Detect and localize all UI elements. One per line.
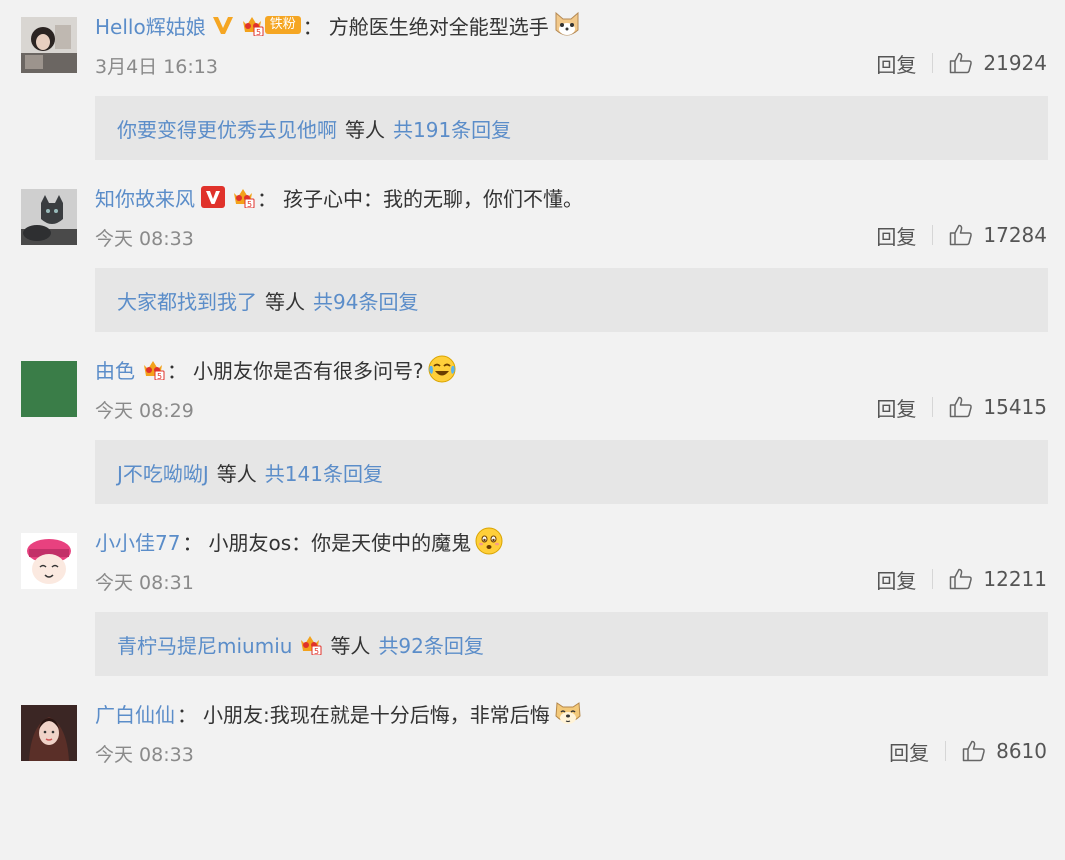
divider (945, 741, 947, 761)
reply-total-link[interactable]: 共191条回复 (393, 114, 511, 143)
crown-level-icon: 5 (141, 358, 165, 380)
like-button[interactable]: 21924 (949, 51, 1047, 75)
comment-actions: 回复 8610 (889, 736, 1047, 766)
comment-item: 知你故来风 5 ： 孩子心中：我的无聊，你们不懂。 今天 08:33 回复 17… (0, 172, 1065, 344)
divider (932, 53, 934, 73)
reply-button[interactable]: 回复 (876, 49, 916, 78)
reply-preview: J不吃呦呦J 等人 共141条回复 (95, 440, 1048, 504)
reply-suffix: 等人 (330, 633, 371, 658)
timestamp: 3月4日 16:13 (95, 56, 218, 78)
like-count: 12211 (983, 567, 1047, 591)
comment-feed: Hello辉姑娘 5 铁粉 ： 方舱医生绝对全能型选手 3月4日 16:13 回… (0, 0, 1065, 775)
reply-preview: 大家都找到我了 等人 共94条回复 (95, 268, 1048, 332)
reply-button[interactable]: 回复 (876, 565, 916, 594)
reply-total-link[interactable]: 共92条回复 (378, 630, 483, 659)
comment-text: 孩子心中：我的无聊，你们不懂。 (283, 186, 583, 211)
laugh-cry-emoji (427, 354, 457, 384)
comment-header: 广白仙仙 ： 小朋友:我现在就是十分后悔，非常后悔 (95, 696, 583, 730)
colon: ： (182, 530, 203, 555)
like-count: 8610 (996, 739, 1047, 763)
comment-actions: 回复 21924 (876, 48, 1047, 78)
comment-text: 方舱医生绝对全能型选手 (328, 14, 549, 39)
avatar[interactable] (21, 533, 77, 589)
fan-badge: 铁粉 (264, 16, 301, 34)
like-button[interactable]: 12211 (949, 567, 1047, 591)
thumbs-up-icon (950, 568, 973, 590)
comment-item: Hello辉姑娘 5 铁粉 ： 方舱医生绝对全能型选手 3月4日 16:13 回… (0, 0, 1065, 172)
comment-text: 小朋友:我现在就是十分后悔，非常后悔 (203, 702, 550, 727)
avatar[interactable] (21, 189, 77, 245)
like-button[interactable]: 17284 (949, 223, 1047, 247)
comment-header: 由色 5 ： 小朋友你是否有很多问号? (95, 352, 457, 386)
thumbs-up-icon (950, 224, 973, 246)
comment-header: Hello辉姑娘 5 铁粉 ： 方舱医生绝对全能型选手 (95, 8, 582, 42)
username-link[interactable]: 广白仙仙 (95, 699, 175, 728)
reply-total-link[interactable]: 共141条回复 (265, 458, 383, 487)
worried-face-emoji (474, 526, 504, 556)
colon: ： (257, 186, 277, 211)
reply-button[interactable]: 回复 (876, 393, 916, 422)
like-button[interactable]: 15415 (949, 395, 1047, 419)
like-button[interactable]: 8610 (962, 739, 1047, 763)
divider (932, 397, 934, 417)
crown-level-icon: 5 (231, 186, 255, 208)
username-link[interactable]: 由色 (95, 355, 135, 384)
reply-users-link[interactable]: 大家都找到我了 (117, 286, 257, 315)
divider (932, 225, 934, 245)
svg-text:5: 5 (157, 372, 162, 380)
cat-face-emoji (552, 10, 582, 40)
thumbs-up-icon (962, 740, 985, 762)
reply-button[interactable]: 回复 (876, 221, 916, 250)
colon: ： (167, 358, 187, 383)
timestamp: 今天 08:31 (95, 572, 194, 594)
svg-text:5: 5 (314, 647, 319, 655)
comment-item: 小小佳77 ： 小朋友os：你是天使中的魔鬼 今天 08:31 回复 12211… (0, 516, 1065, 688)
reply-preview: 你要变得更优秀去见他啊 等人 共191条回复 (95, 96, 1048, 160)
comment-actions: 回复 15415 (876, 392, 1047, 422)
colon: ： (177, 702, 197, 727)
svg-text:5: 5 (256, 28, 261, 36)
thumbs-up-icon (950, 52, 973, 74)
reply-suffix: 等人 (265, 289, 305, 314)
svg-text:5: 5 (247, 200, 252, 208)
comment-actions: 回复 12211 (876, 564, 1047, 594)
comment-item: 广白仙仙 ： 小朋友:我现在就是十分后悔，非常后悔 今天 08:33 回复 86… (0, 688, 1065, 860)
comment-actions: 回复 17284 (876, 220, 1047, 250)
username-link[interactable]: 知你故来风 (95, 183, 195, 212)
username-link[interactable]: Hello辉姑娘 (95, 11, 206, 40)
reply-button[interactable]: 回复 (889, 737, 929, 766)
comment-header: 小小佳77 ： 小朋友os：你是天使中的魔鬼 (95, 524, 504, 558)
red-v-icon (201, 186, 225, 208)
like-count: 17284 (983, 223, 1047, 247)
avatar[interactable] (21, 361, 77, 417)
reply-suffix: 等人 (216, 461, 257, 486)
timestamp: 今天 08:29 (95, 400, 194, 422)
divider (932, 569, 934, 589)
reply-total-link[interactable]: 共94条回复 (313, 286, 418, 315)
avatar[interactable] (21, 17, 77, 73)
like-count: 15415 (983, 395, 1047, 419)
comment-text: 小朋友你是否有很多问号? (193, 358, 424, 383)
username-link[interactable]: 小小佳77 (95, 527, 180, 556)
crown-level-icon: 5 (240, 14, 264, 36)
doge-emoji (553, 698, 583, 728)
thumbs-up-icon (950, 396, 973, 418)
like-count: 21924 (983, 51, 1047, 75)
timestamp: 今天 08:33 (95, 744, 194, 766)
crown-level-icon: 5 (298, 633, 322, 655)
reply-users-link[interactable]: 青柠马提尼miumiu (117, 630, 292, 659)
reply-suffix: 等人 (345, 117, 385, 142)
avatar[interactable] (21, 705, 77, 761)
comment-text: 小朋友os：你是天使中的魔鬼 (208, 530, 472, 555)
gold-v-icon (212, 15, 234, 35)
timestamp: 今天 08:33 (95, 228, 194, 250)
reply-users-link[interactable]: 你要变得更优秀去见他啊 (117, 114, 337, 143)
reply-users-link[interactable]: J不吃呦呦J (117, 458, 209, 487)
comment-header: 知你故来风 5 ： 孩子心中：我的无聊，你们不懂。 (95, 180, 583, 214)
reply-preview: 青柠马提尼miumiu 5 等人 共92条回复 (95, 612, 1048, 676)
comment-item: 由色 5 ： 小朋友你是否有很多问号? 今天 08:29 回复 15415 J不… (0, 344, 1065, 516)
colon: ： (302, 14, 323, 39)
